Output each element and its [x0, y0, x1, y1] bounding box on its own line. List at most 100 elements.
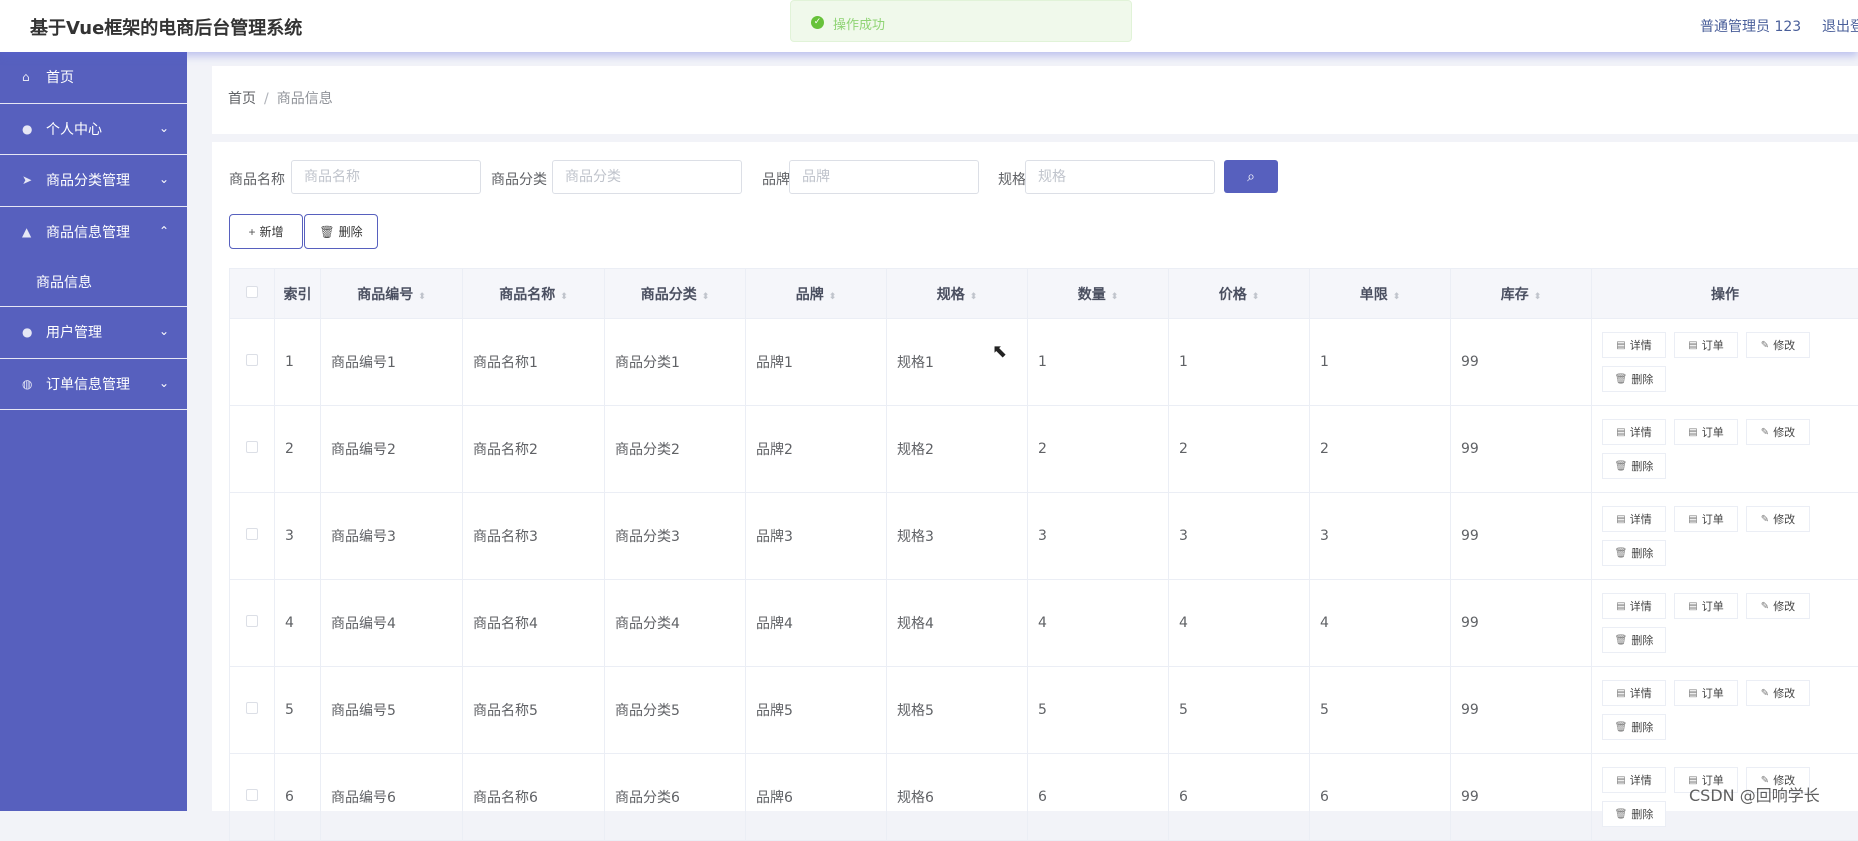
select-all-checkbox[interactable]: [246, 286, 258, 298]
row-checkbox[interactable]: [246, 702, 258, 714]
row-delete-button[interactable]: 🗑删除: [1602, 540, 1666, 566]
row-delete-button[interactable]: 🗑删除: [1602, 801, 1666, 827]
row-select-cell[interactable]: [230, 667, 275, 754]
column-header[interactable]: 数量⬍: [1028, 269, 1169, 319]
action-label: 详情: [1630, 772, 1652, 788]
row-delete-button[interactable]: 🗑删除: [1602, 453, 1666, 479]
column-header[interactable]: 商品分类⬍: [605, 269, 746, 319]
row-select-cell[interactable]: [230, 406, 275, 493]
name-search-input[interactable]: [291, 160, 481, 194]
sort-icon[interactable]: ⬍: [560, 292, 568, 302]
detail-button[interactable]: ▤详情: [1602, 593, 1666, 619]
row-select-cell[interactable]: [230, 754, 275, 841]
column-header[interactable]: 规格⬍: [887, 269, 1028, 319]
table-cell: 商品名称2: [463, 406, 605, 493]
detail-button[interactable]: ▤详情: [1602, 506, 1666, 532]
doc-icon: ▤: [1616, 514, 1625, 525]
table-cell: 4: [1310, 580, 1451, 667]
column-header[interactable]: 商品编号⬍: [321, 269, 463, 319]
edit-button[interactable]: ✎修改: [1746, 680, 1810, 706]
row-delete-button[interactable]: 🗑删除: [1602, 627, 1666, 653]
sort-icon[interactable]: ⬍: [829, 292, 837, 302]
action-label: 删除: [1631, 545, 1653, 561]
column-header[interactable]: 品牌⬍: [746, 269, 887, 319]
check-circle-icon: ✓: [811, 16, 824, 29]
action-label: 删除: [1631, 806, 1653, 822]
table-cell: 4: [1169, 580, 1310, 667]
order-button[interactable]: ▤订单: [1674, 332, 1738, 358]
sort-icon[interactable]: ⬍: [1111, 292, 1119, 302]
row-checkbox[interactable]: [246, 354, 258, 366]
order-button[interactable]: ▤订单: [1674, 506, 1738, 532]
table-cell: 4: [275, 580, 321, 667]
sidebar-item-category[interactable]: ➤ 商品分类管理 ⌄: [0, 155, 187, 207]
row-delete-button[interactable]: 🗑删除: [1602, 366, 1666, 392]
sidebar-subitem-product[interactable]: 商品信息: [0, 258, 187, 307]
sort-icon[interactable]: ⬍: [702, 292, 710, 302]
action-label: 修改: [1773, 337, 1795, 353]
edit-button[interactable]: ✎修改: [1746, 593, 1810, 619]
row-select-cell[interactable]: [230, 493, 275, 580]
detail-button[interactable]: ▤详情: [1602, 332, 1666, 358]
row-checkbox[interactable]: [246, 789, 258, 801]
search-form: 商品名称 商品分类 品牌 规格: [229, 160, 1229, 194]
table-cell: 2: [1028, 406, 1169, 493]
breadcrumb-home[interactable]: 首页: [228, 91, 256, 107]
brand-search-input[interactable]: [789, 160, 979, 194]
column-header[interactable]: 库存⬍: [1451, 269, 1592, 319]
edit-button[interactable]: ✎修改: [1746, 419, 1810, 445]
sort-icon[interactable]: ⬍: [1252, 292, 1260, 302]
sort-icon[interactable]: ⬍: [418, 292, 426, 302]
delete-button[interactable]: 🗑删除: [304, 214, 378, 249]
action-label: 详情: [1630, 424, 1652, 440]
sidebar-item-orders[interactable]: ◍ 订单信息管理 ⌄: [0, 359, 187, 411]
table-cell: 5: [275, 667, 321, 754]
order-button[interactable]: ▤订单: [1674, 680, 1738, 706]
action-label: 删除: [1631, 458, 1653, 474]
row-checkbox[interactable]: [246, 528, 258, 540]
delete-button-label: 删除: [339, 223, 363, 240]
table-cell: 规格1: [887, 319, 1028, 406]
action-label: 修改: [1773, 511, 1795, 527]
detail-button[interactable]: ▤详情: [1602, 419, 1666, 445]
table-cell: 规格2: [887, 406, 1028, 493]
column-header[interactable]: 单限⬍: [1310, 269, 1451, 319]
column-header[interactable]: 商品名称⬍: [463, 269, 605, 319]
table-cell: 3: [1028, 493, 1169, 580]
sidebar-item-profile[interactable]: ● 个人中心 ⌄: [0, 104, 187, 156]
toast-message: 操作成功: [833, 14, 885, 33]
row-checkbox[interactable]: [246, 615, 258, 627]
row-select-cell[interactable]: [230, 319, 275, 406]
row-delete-button[interactable]: 🗑删除: [1602, 714, 1666, 740]
logout-link[interactable]: 退出登录: [1822, 16, 1858, 36]
action-label: 订单: [1702, 424, 1724, 440]
sidebar-item-product-info[interactable]: ▲ 商品信息管理 ⌃: [0, 207, 187, 259]
category-search-input[interactable]: [552, 160, 742, 194]
search-button[interactable]: ⌕: [1224, 160, 1278, 193]
order-button[interactable]: ▤订单: [1674, 419, 1738, 445]
row-select-cell[interactable]: [230, 580, 275, 667]
sort-icon[interactable]: ⬍: [1534, 292, 1542, 302]
edit-button[interactable]: ✎修改: [1746, 506, 1810, 532]
sidebar-item-home[interactable]: ⌂ 首页: [0, 52, 187, 104]
sidebar-item-users[interactable]: ● 用户管理 ⌄: [0, 307, 187, 359]
sort-icon[interactable]: ⬍: [970, 292, 978, 302]
sort-icon[interactable]: ⬍: [1393, 292, 1401, 302]
spec-search-input[interactable]: [1025, 160, 1215, 194]
row-checkbox[interactable]: [246, 441, 258, 453]
table-cell: 商品编号3: [321, 493, 463, 580]
column-header[interactable]: 价格⬍: [1169, 269, 1310, 319]
trash-icon: 🗑: [1615, 722, 1628, 733]
order-button[interactable]: ▤订单: [1674, 593, 1738, 619]
add-button[interactable]: +新增: [229, 214, 303, 249]
search-icon: ⌕: [1247, 168, 1255, 184]
select-all-header[interactable]: [230, 269, 275, 319]
breadcrumb-separator: /: [264, 91, 269, 107]
detail-button[interactable]: ▤详情: [1602, 767, 1666, 793]
edit-button[interactable]: ✎修改: [1746, 332, 1810, 358]
send-icon: ➤: [22, 173, 38, 187]
detail-button[interactable]: ▤详情: [1602, 680, 1666, 706]
row-actions: ▤详情 ▤订单 ✎修改 🗑删除: [1592, 493, 1858, 580]
row-actions: ▤详情 ▤订单 ✎修改 🗑删除: [1592, 580, 1858, 667]
row-actions: ▤详情 ▤订单 ✎修改 🗑删除: [1592, 406, 1858, 493]
